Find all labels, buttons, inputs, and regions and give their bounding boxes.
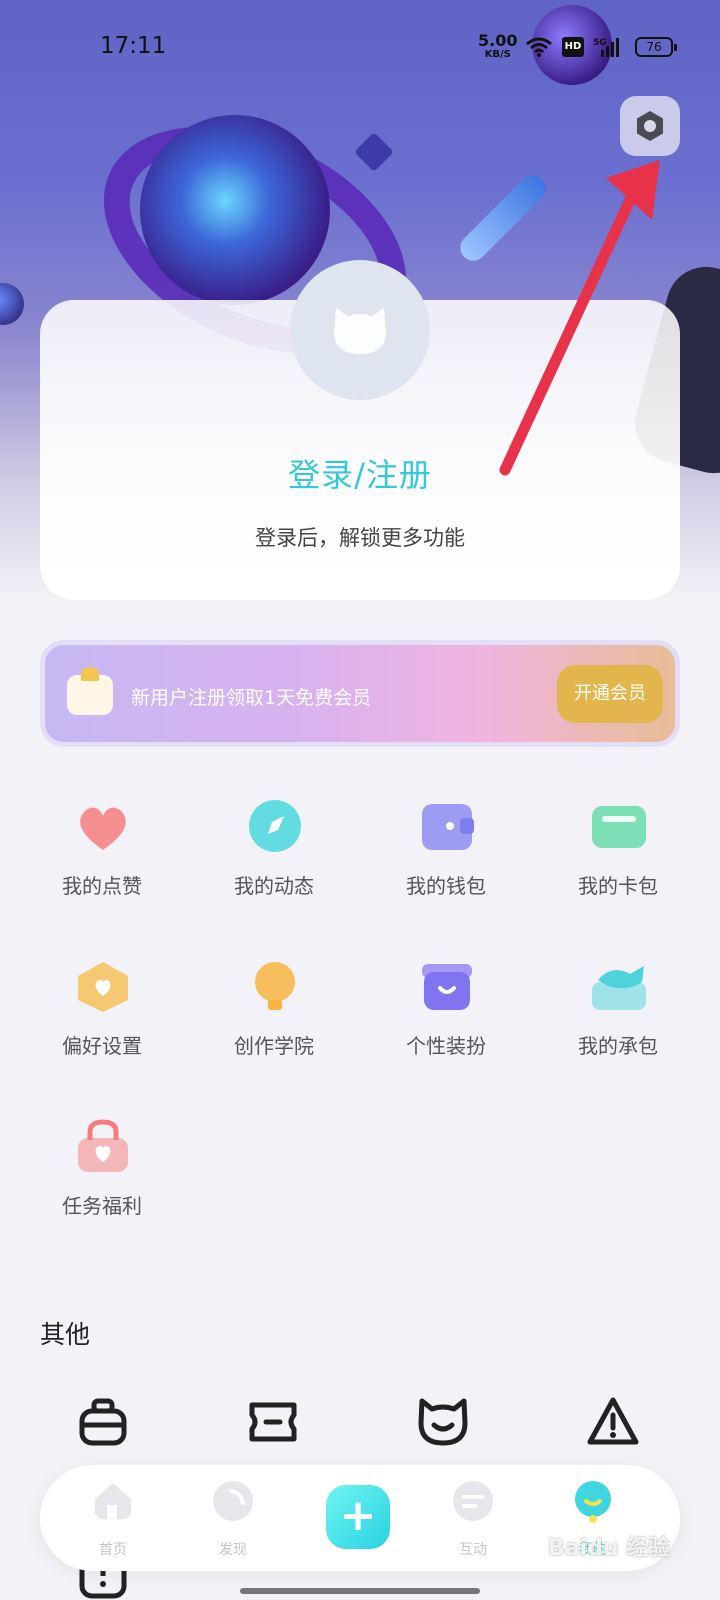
warning-icon[interactable]	[586, 1395, 640, 1449]
wifi-icon	[526, 37, 552, 57]
net-speed: 5.00 KB/S	[478, 33, 517, 62]
home-indicator[interactable]	[240, 1588, 480, 1594]
nav-interact[interactable]: 互动	[433, 1479, 513, 1565]
menu-item-label: 偏好设置	[62, 1034, 142, 1058]
menu-item-label: 我的点赞	[62, 874, 142, 898]
net-speed-unit: KB/S	[484, 49, 511, 60]
create-post-button[interactable]: +	[326, 1485, 390, 1549]
menu-item-label: 个性装扮	[406, 1034, 486, 1058]
crown-gift-icon	[67, 667, 113, 715]
orb-decoration	[0, 283, 24, 325]
compass-icon	[249, 800, 301, 852]
heart-icon	[80, 807, 126, 850]
chat-icon	[453, 1481, 493, 1521]
menu-item[interactable]: 我的卡包	[548, 798, 688, 918]
signal-icon: 5G	[593, 38, 619, 57]
battery-icon: 76	[635, 37, 677, 57]
other-section-title: 其他	[40, 1320, 91, 1349]
nav-home[interactable]: 首页	[73, 1479, 153, 1565]
wallet-icon	[422, 804, 474, 850]
menu-item[interactable]: 个性装扮	[376, 958, 516, 1078]
baidu-watermark: Baidu 经验	[548, 1530, 670, 1562]
menu-item[interactable]: 任务福利	[32, 1118, 172, 1238]
menu-item[interactable]: 我的承包	[548, 958, 688, 1078]
vip-banner[interactable]: 新用户注册领取1天免费会员 开通会员	[40, 640, 680, 747]
gift-bag-icon	[78, 1119, 128, 1172]
nav-label: 发现	[219, 1542, 247, 1558]
menu-item[interactable]: 我的点赞	[32, 798, 172, 918]
nav-discover[interactable]: 发现	[193, 1479, 273, 1565]
lightbulb-icon	[255, 962, 295, 1010]
menu-item[interactable]: 偏好设置	[32, 958, 172, 1078]
settings-hexagon-icon	[637, 111, 663, 141]
status-bar: 17:11 5.00 KB/S HD 5G 76	[0, 0, 720, 96]
login-subtitle: 登录后，解锁更多功能	[255, 526, 465, 550]
menu-item-label: 创作学院	[234, 1034, 314, 1058]
baidu-watermark-text: Baidu 经验	[548, 1536, 671, 1561]
menu-item-label: 任务福利	[62, 1194, 142, 1218]
menu-item[interactable]: 创作学院	[204, 958, 344, 1078]
menu-item-label: 我的卡包	[578, 874, 658, 898]
home-icon	[95, 1483, 131, 1519]
store-icon	[422, 964, 472, 1010]
hd-icon: HD	[562, 37, 584, 57]
profile-icon	[575, 1481, 611, 1523]
avatar[interactable]	[290, 260, 430, 400]
preference-icon	[78, 962, 128, 1012]
settings-button[interactable]	[620, 96, 680, 156]
fish-icon	[592, 966, 646, 1010]
network-type-label: 5G	[593, 38, 607, 48]
menu-item[interactable]: 我的钱包	[376, 798, 516, 918]
status-time: 17:11	[100, 33, 167, 59]
pot-icon[interactable]	[76, 1395, 130, 1449]
card-icon	[592, 806, 646, 848]
planet-decoration	[140, 115, 330, 305]
menu-item[interactable]: 我的动态	[204, 798, 344, 918]
menu-item-label: 我的动态	[234, 874, 314, 898]
nav-label: 首页	[99, 1542, 127, 1558]
cat-face-icon[interactable]	[416, 1395, 470, 1449]
ticket-icon[interactable]	[246, 1395, 300, 1449]
nav-label: 互动	[459, 1542, 487, 1558]
discover-icon	[213, 1481, 253, 1521]
open-vip-button[interactable]: 开通会员	[557, 665, 663, 723]
menu-item-label: 我的承包	[578, 1034, 658, 1058]
menu-item-label: 我的钱包	[406, 874, 486, 898]
rocket-decoration	[454, 169, 552, 267]
vip-banner-text: 新用户注册领取1天免费会员	[131, 687, 372, 709]
gem-decoration	[354, 132, 394, 172]
login-register-link[interactable]: 登录/注册	[0, 450, 720, 496]
cat-avatar-icon	[334, 308, 386, 354]
